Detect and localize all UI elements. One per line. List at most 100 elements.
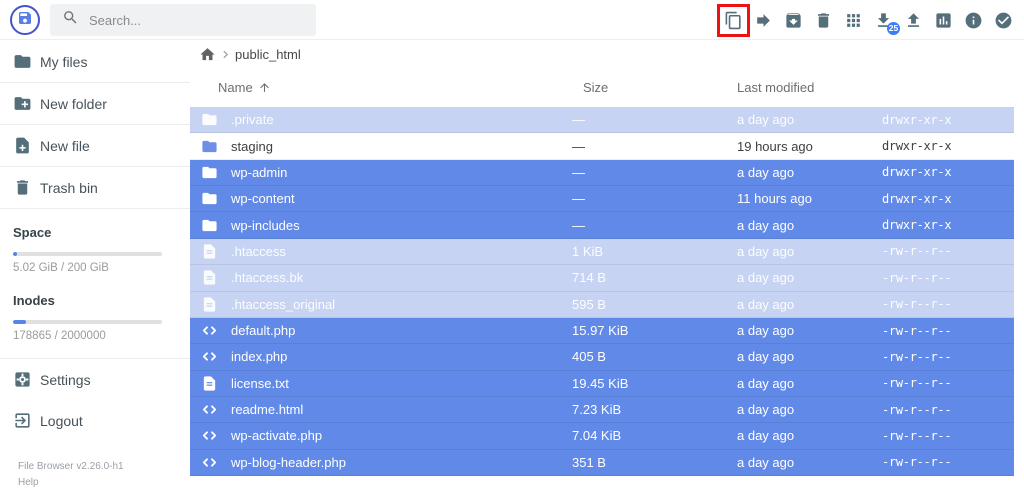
file-size: 405 B [572, 349, 737, 364]
file-name: wp-admin [231, 165, 572, 180]
search-icon [62, 9, 79, 31]
file-name: .private [231, 112, 572, 127]
table-row[interactable]: readme.html 7.23 KiB a day ago -rw-r--r-… [190, 397, 1014, 423]
file-modified: a day ago [737, 455, 882, 470]
move-button[interactable] [753, 10, 774, 31]
file-modified: a day ago [737, 428, 882, 443]
breadcrumb-path[interactable]: public_html [235, 47, 301, 62]
toolbar: 25 [723, 0, 1014, 40]
table-row[interactable]: .private — a day ago drwxr-xr-x [190, 107, 1014, 133]
file-size: — [572, 165, 737, 180]
folder-icon [201, 111, 218, 128]
file-modified: a day ago [737, 270, 882, 285]
doc-icon [201, 375, 218, 392]
inodes-label: Inodes [13, 293, 177, 308]
info-button[interactable] [963, 10, 984, 31]
table-row[interactable]: wp-content — 11 hours ago drwxr-xr-x [190, 186, 1014, 212]
stats-button[interactable] [933, 10, 954, 31]
code-icon [201, 401, 218, 418]
file-name: wp-blog-header.php [231, 455, 572, 470]
file-name: wp-includes [231, 218, 572, 233]
file-size: — [572, 139, 737, 154]
app-logo[interactable] [10, 5, 40, 35]
table-row[interactable]: .htaccess_original 595 B a day ago -rw-r… [190, 292, 1014, 318]
folder-icon [201, 138, 218, 155]
sidebar-item-label: New file [40, 138, 90, 154]
file-size: — [572, 112, 737, 127]
table-row[interactable]: .htaccess 1 KiB a day ago -rw-r--r-- [190, 239, 1014, 265]
file-modified: a day ago [737, 244, 882, 259]
inodes-value: 178865 / 2000000 [13, 330, 177, 345]
table-row[interactable]: wp-activate.php 7.04 KiB a day ago -rw-r… [190, 423, 1014, 449]
table-row[interactable]: wp-blog-header.php 351 B a day ago -rw-r… [190, 450, 1014, 476]
file-modified: a day ago [737, 376, 882, 391]
file-list: .private — a day ago drwxr-xr-x staging … [190, 107, 1024, 476]
file-name: .htaccess [231, 244, 572, 259]
file-name: default.php [231, 323, 572, 338]
table-row[interactable]: license.txt 19.45 KiB a day ago -rw-r--r… [190, 371, 1014, 397]
sidebar-item-logout[interactable]: Logout [0, 400, 190, 441]
app-version: File Browser v2.26.0-h1 [18, 461, 124, 472]
file-modified: a day ago [737, 349, 882, 364]
file-permissions: drwxr-xr-x [882, 192, 1014, 206]
search-input[interactable] [89, 13, 299, 28]
file-modified: a day ago [737, 165, 882, 180]
column-header-name[interactable]: Name [190, 80, 572, 95]
archive-button[interactable] [783, 10, 804, 31]
code-icon [201, 322, 218, 339]
new-folder-icon [13, 94, 32, 113]
file-name: index.php [231, 349, 572, 364]
grid-view-icon [844, 11, 863, 30]
table-row[interactable]: wp-admin — a day ago drwxr-xr-x [190, 160, 1014, 186]
file-size: — [572, 218, 737, 233]
column-header-modified[interactable]: Last modified [737, 80, 882, 95]
file-permissions: -rw-r--r-- [882, 376, 1014, 390]
folder-icon [13, 52, 32, 71]
copy-button[interactable] [723, 10, 744, 31]
file-permissions: -rw-r--r-- [882, 429, 1014, 443]
sidebar-item-settings[interactable]: Settings [0, 359, 190, 400]
select-all-button[interactable] [993, 10, 1014, 31]
table-row[interactable]: .htaccess.bk 714 B a day ago -rw-r--r-- [190, 265, 1014, 291]
sidebar-item-new-file[interactable]: New file [0, 125, 190, 166]
info-icon [964, 11, 983, 30]
download-count-badge: 25 [887, 22, 900, 35]
table-row[interactable]: index.php 405 B a day ago -rw-r--r-- [190, 344, 1014, 370]
delete-button[interactable] [813, 10, 834, 31]
file-name: staging [231, 139, 572, 154]
space-label: Space [13, 225, 177, 240]
sidebar-item-label: New folder [40, 96, 107, 112]
search-bar[interactable] [50, 4, 316, 36]
download-button[interactable]: 25 [873, 10, 894, 31]
column-header-size[interactable]: Size [572, 80, 737, 95]
main-content: public_html Name Size Last modified .pri… [190, 41, 1024, 477]
trash-icon [814, 11, 833, 30]
home-icon[interactable] [199, 46, 216, 63]
archive-icon [784, 11, 803, 30]
file-name: wp-content [231, 191, 572, 206]
table-row[interactable]: staging — 19 hours ago drwxr-xr-x [190, 133, 1014, 159]
file-modified: a day ago [737, 297, 882, 312]
logout-icon [13, 411, 32, 430]
file-permissions: drwxr-xr-x [882, 113, 1014, 127]
space-progress-bar [13, 252, 162, 256]
file-size: 1 KiB [572, 244, 737, 259]
file-permissions: drwxr-xr-x [882, 139, 1014, 153]
table-row[interactable]: default.php 15.97 KiB a day ago -rw-r--r… [190, 318, 1014, 344]
trash-icon [13, 178, 32, 197]
sidebar-item-trash-bin[interactable]: Trash bin [0, 167, 190, 208]
sidebar-item-label: Settings [40, 372, 91, 388]
bar-chart-icon [934, 11, 953, 30]
table-row[interactable]: wp-includes — a day ago drwxr-xr-x [190, 212, 1014, 238]
upload-button[interactable] [903, 10, 924, 31]
code-icon [201, 348, 218, 365]
file-size: — [572, 191, 737, 206]
space-value: 5.02 GiB / 200 GiB [13, 262, 177, 277]
file-modified: a day ago [737, 218, 882, 233]
file-name: .htaccess_original [231, 297, 572, 312]
folder-icon [201, 217, 218, 234]
sidebar-item-label: My files [40, 54, 87, 70]
view-mode-button[interactable] [843, 10, 864, 31]
sidebar-item-new-folder[interactable]: New folder [0, 83, 190, 124]
sidebar-item-my-files[interactable]: My files [0, 41, 190, 82]
